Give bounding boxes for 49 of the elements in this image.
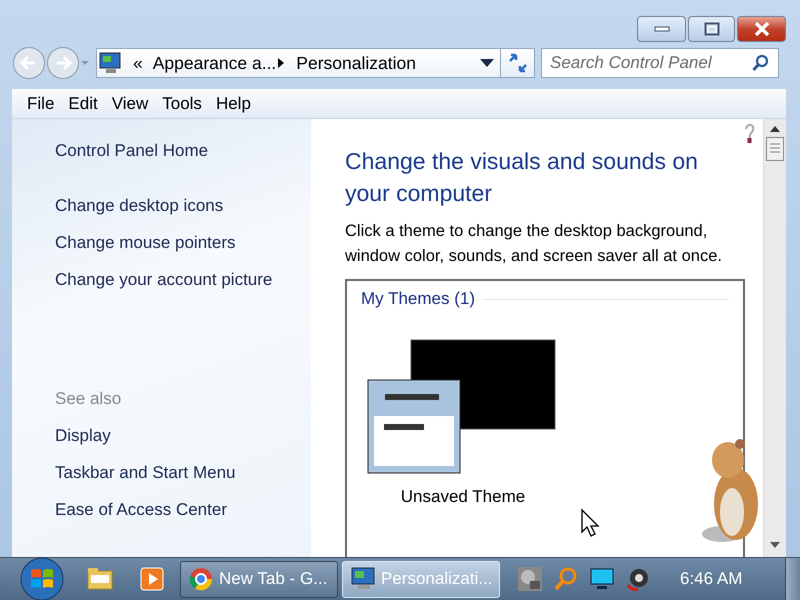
sidebar-link[interactable]: Ease of Access Center	[55, 500, 311, 537]
theme-item[interactable]: Unsaved Theme	[361, 339, 565, 507]
clock[interactable]: 6:46 AM	[680, 569, 742, 589]
control-panel-icon	[97, 51, 123, 75]
search-field[interactable]: Search Control Panel	[541, 48, 779, 78]
scroll-down-icon[interactable]	[769, 541, 781, 549]
close-button[interactable]	[737, 16, 786, 42]
sidebar-link[interactable]: Change desktop icons	[55, 196, 311, 233]
sidebar-link[interactable]: Taskbar and Start Menu	[55, 463, 311, 500]
show-desktop-button[interactable]	[785, 558, 800, 600]
menu-item[interactable]: Help	[208, 94, 258, 114]
photo-icon[interactable]	[516, 565, 544, 593]
sidebar-link[interactable]: Change mouse pointers	[55, 233, 311, 270]
maximize-button[interactable]	[688, 16, 735, 42]
maximize-icon	[704, 22, 720, 36]
group-title: My Themes (1)	[361, 289, 475, 309]
scroll-thumb[interactable]	[766, 137, 784, 161]
dropdown-icon[interactable]	[480, 59, 494, 67]
menu-item[interactable]: Edit	[61, 94, 105, 114]
theme-name: Unsaved Theme	[400, 487, 526, 507]
breadcrumb-overflow[interactable]: «	[133, 52, 143, 74]
scrollbar[interactable]	[763, 119, 786, 557]
media-player-icon[interactable]	[138, 565, 166, 593]
page-heading: Change the visuals and sounds on your computer	[345, 147, 699, 208]
close-icon	[754, 22, 770, 36]
help-icon[interactable]	[743, 123, 757, 145]
breadcrumb-item[interactable]: Personalization	[296, 52, 480, 74]
description-text: Click a theme to change the desktop background, window color, sounds, and screen saver all at once.	[345, 221, 723, 267]
back-icon[interactable]	[12, 46, 46, 80]
see-also-heading: See also	[55, 389, 122, 410]
browser-icon	[187, 565, 215, 593]
minimize-icon	[654, 26, 670, 32]
breadcrumb-item[interactable]: Appearance a...	[152, 52, 276, 74]
menu-item[interactable]: View	[104, 94, 156, 114]
cursor-icon	[580, 508, 600, 538]
refresh-icon	[506, 53, 528, 73]
refresh-button[interactable]	[501, 48, 535, 78]
menu-item[interactable]: File	[20, 94, 62, 114]
sidebar-link[interactable]: Change your account picture	[55, 270, 311, 307]
taskbar-button[interactable]: New Tab - G...	[180, 560, 338, 598]
forward-icon[interactable]	[46, 46, 80, 80]
address-bar[interactable]: « Appearance a... Personalization	[96, 48, 501, 78]
sidebar-link[interactable]: Display	[55, 426, 311, 463]
sidebar-link[interactable]: Control Panel Home	[55, 141, 311, 178]
search-icon	[752, 54, 770, 72]
minimize-button[interactable]	[637, 16, 686, 42]
menu-item[interactable]: Tools	[155, 94, 209, 114]
chevron-icon	[276, 57, 286, 69]
scroll-up-icon[interactable]	[769, 125, 781, 133]
